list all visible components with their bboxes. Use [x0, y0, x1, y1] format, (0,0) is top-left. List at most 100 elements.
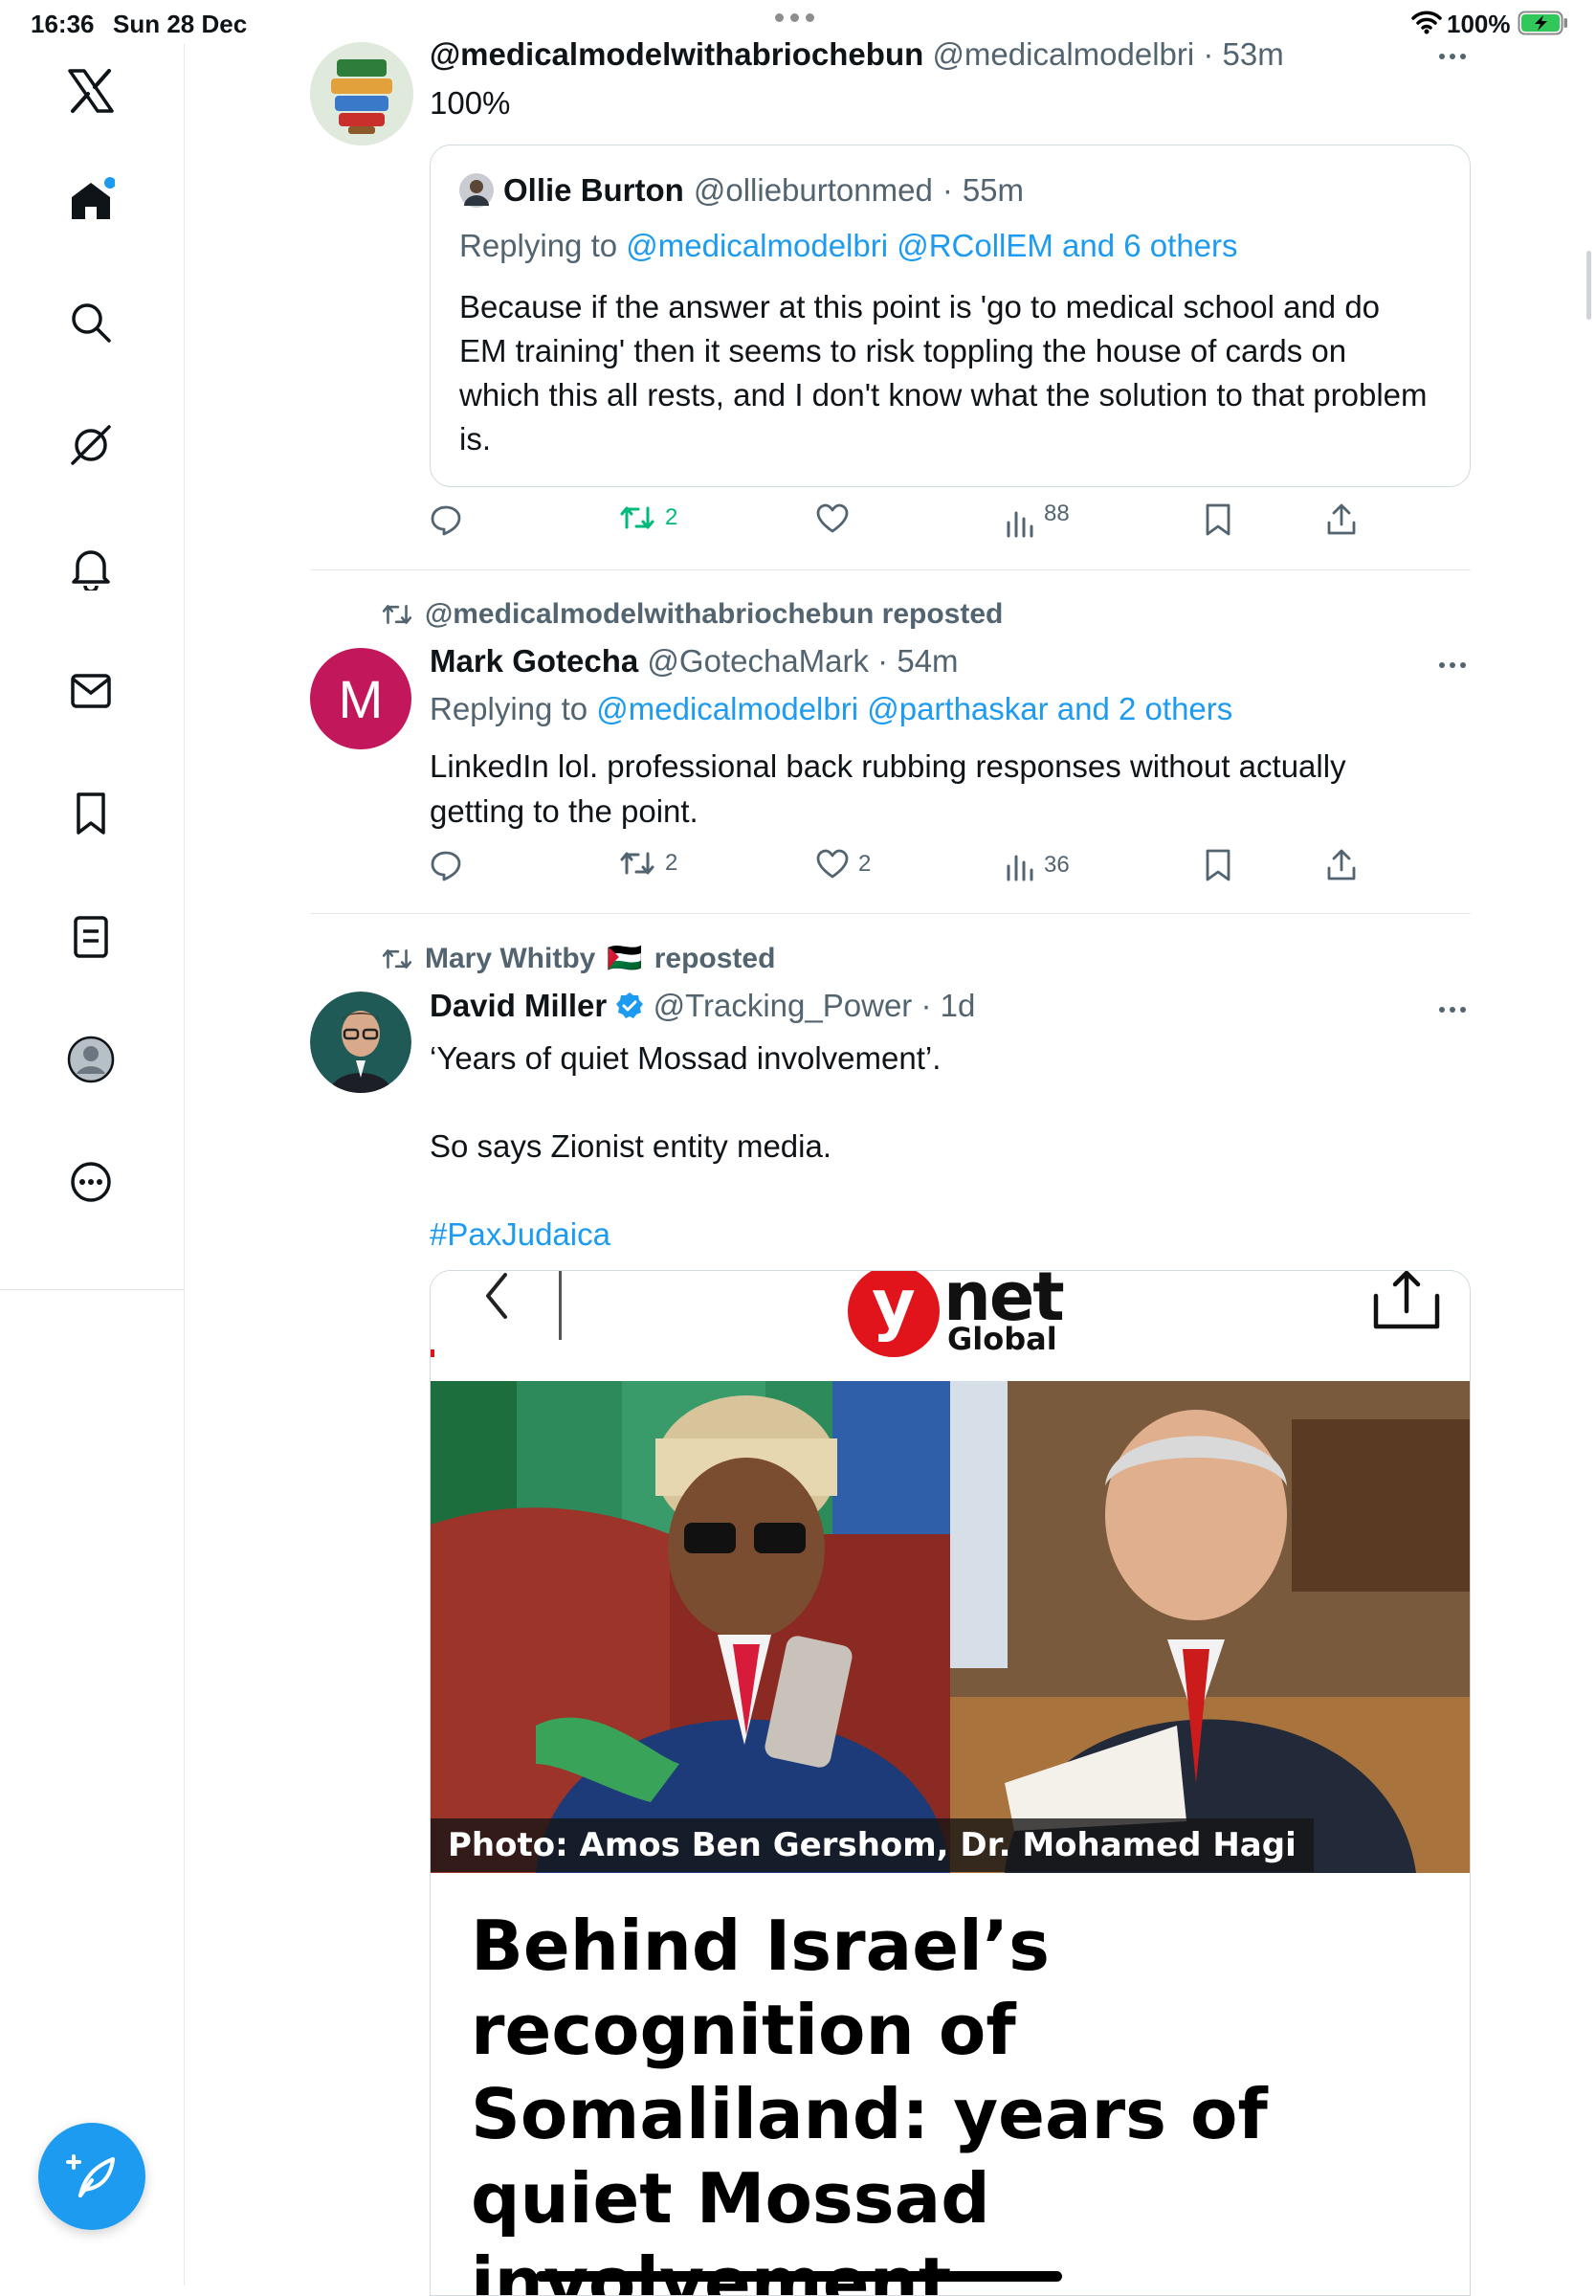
sidebar [0, 44, 185, 2285]
ynet-logo-y: y [872, 1270, 916, 1344]
replying-targets[interactable]: @medicalmodelbri @parthaskar and 2 other… [596, 691, 1232, 726]
repost-icon [382, 605, 412, 624]
quote-timestamp: 55m [962, 172, 1025, 208]
x-logo-icon[interactable] [63, 63, 119, 119]
compose-button[interactable] [38, 2123, 145, 2230]
share-icon[interactable] [1372, 1271, 1441, 1330]
display-name[interactable]: David Miller [430, 988, 607, 1023]
bookmark-button[interactable] [1205, 503, 1231, 536]
tweet-divider [310, 569, 1471, 570]
quoted-tweet[interactable]: Ollie Burton @ollieburtonmed · 55m Replyin… [430, 145, 1471, 487]
view-count: 88 [1044, 501, 1070, 526]
more-options-icon[interactable] [1439, 54, 1466, 59]
repost-label: @medicalmodelwithabriochebun reposted [425, 598, 1004, 630]
share-button[interactable] [1326, 849, 1357, 881]
avatar[interactable]: M [310, 648, 411, 749]
bookmarks-icon[interactable] [63, 786, 119, 841]
tweet-text-line-1: ‘Years of quiet Mossad involvement’. [430, 1040, 942, 1076]
replying-prefix: Replying to [459, 228, 618, 263]
repost-button[interactable]: 2 [619, 503, 677, 532]
ynet-header: y net Global [431, 1271, 1470, 1381]
share-button[interactable] [1326, 503, 1357, 536]
lists-icon[interactable] [63, 909, 119, 965]
views-button[interactable]: 36 [1006, 849, 1070, 881]
back-chevron-icon[interactable] [480, 1271, 513, 1326]
avatar-letter: M [338, 668, 384, 729]
share-icon [1327, 503, 1356, 535]
tweet-text-line-2: So says Zionist entity media. [430, 1128, 832, 1164]
grok-icon[interactable] [63, 417, 119, 473]
quote-header: Ollie Burton @ollieburtonmed · 55m [459, 172, 1024, 209]
handle[interactable]: @medicalmodelbri [932, 36, 1194, 72]
tweet-divider [310, 913, 1471, 914]
verified-badge-icon [616, 992, 644, 1018]
more-options-icon[interactable] [1439, 1007, 1466, 1013]
timestamp[interactable]: 54m [897, 643, 958, 679]
timestamp[interactable]: 1d [941, 988, 976, 1023]
like-icon [816, 503, 849, 533]
repost-context[interactable]: @medicalmodelwithabriochebun reposted [381, 598, 1003, 631]
search-icon[interactable] [63, 295, 119, 350]
messages-icon[interactable] [63, 663, 119, 719]
like-count: 2 [858, 851, 872, 877]
article-photo[interactable]: Photo: Amos Ben Gershom, Dr. Mohamed Hag… [431, 1381, 1470, 1873]
headline-overlay-bar [536, 2271, 1062, 2282]
media-card[interactable]: y net Global Photo: Amos Ben Gershom, Dr… [430, 1270, 1471, 2296]
photo-caption: Photo: Amos Ben Gershom, Dr. Mohamed Hag… [431, 1818, 1314, 1872]
avatar[interactable] [310, 42, 413, 145]
bookmark-button[interactable] [1205, 849, 1231, 881]
repost-button[interactable]: 2 [619, 849, 677, 878]
repost-icon [382, 948, 412, 969]
home-icon[interactable] [63, 172, 119, 228]
share-icon [1327, 849, 1356, 881]
photo-illustration [431, 1381, 1470, 1873]
views-button[interactable]: 88 [1006, 496, 1070, 538]
hashtag-link[interactable]: #PaxJudaica [430, 1212, 610, 1257]
status-time: 16:36 [31, 10, 95, 38]
like-button[interactable]: 2 [816, 849, 871, 880]
repost-suffix: reposted [654, 942, 776, 974]
profile-icon[interactable] [63, 1032, 119, 1087]
handle[interactable]: @Tracking_Power [654, 988, 913, 1023]
compose-icon [66, 2154, 115, 2197]
like-button[interactable] [816, 503, 858, 534]
replying-targets[interactable]: @medicalmodelbri @RCollEM and 6 others [626, 228, 1237, 263]
quote-text: Because if the answer at this point is '… [459, 289, 1428, 457]
views-icon [1007, 855, 1033, 881]
reply-button[interactable] [430, 849, 472, 881]
tweet-header: David Miller @Tracking_Power · 1d [430, 988, 976, 1023]
view-count: 36 [1044, 852, 1070, 878]
quote-handle: @ollieburtonmed [693, 172, 933, 208]
timestamp[interactable]: 53m [1223, 36, 1284, 72]
display-name[interactable]: @medicalmodelwithabriochebun [430, 36, 923, 72]
article-headline[interactable]: Behind Israel’s recognition of Somalilan… [471, 1904, 1428, 2295]
battery-percent: 100% [1447, 10, 1511, 38]
reply-button[interactable] [430, 503, 472, 536]
scroll-indicator[interactable] [1586, 251, 1591, 320]
handle[interactable]: @GotechaMark [647, 643, 869, 679]
more-options-icon[interactable] [1439, 662, 1466, 668]
reply-icon [431, 851, 461, 881]
multitasking-dots-icon[interactable] [775, 13, 814, 22]
replying-to: Replying to @medicalmodelbri @parthaskar… [430, 691, 1232, 727]
notifications-icon[interactable] [63, 541, 119, 596]
replying-prefix: Replying to [430, 691, 588, 726]
bookmark-icon [1206, 503, 1230, 536]
action-bar: 2 88 [430, 501, 1386, 542]
red-marker [431, 1349, 434, 1357]
sidebar-divider [0, 1289, 184, 1290]
wifi-icon [1411, 11, 1442, 34]
bookmark-icon [1206, 849, 1230, 881]
tweet-header: @medicalmodelwithabriochebun @medicalmod… [430, 36, 1284, 72]
tweet-text: 100% [430, 85, 511, 121]
quote-display-name: Ollie Burton [503, 172, 684, 208]
display-name[interactable]: Mark Gotecha [430, 643, 638, 679]
battery-charging-icon [1518, 11, 1567, 35]
repost-icon [620, 852, 654, 875]
avatar[interactable] [310, 992, 411, 1093]
repost-context[interactable]: Mary Whitby 🇵🇸 reposted [381, 942, 775, 975]
palestine-flag-icon: 🇵🇸 [607, 943, 643, 974]
tweet-3[interactable]: Mary Whitby 🇵🇸 reposted David Miller @Tr… [310, 919, 1471, 2296]
more-icon[interactable] [63, 1154, 119, 1210]
ynet-logo: y net Global [848, 1270, 1065, 1357]
